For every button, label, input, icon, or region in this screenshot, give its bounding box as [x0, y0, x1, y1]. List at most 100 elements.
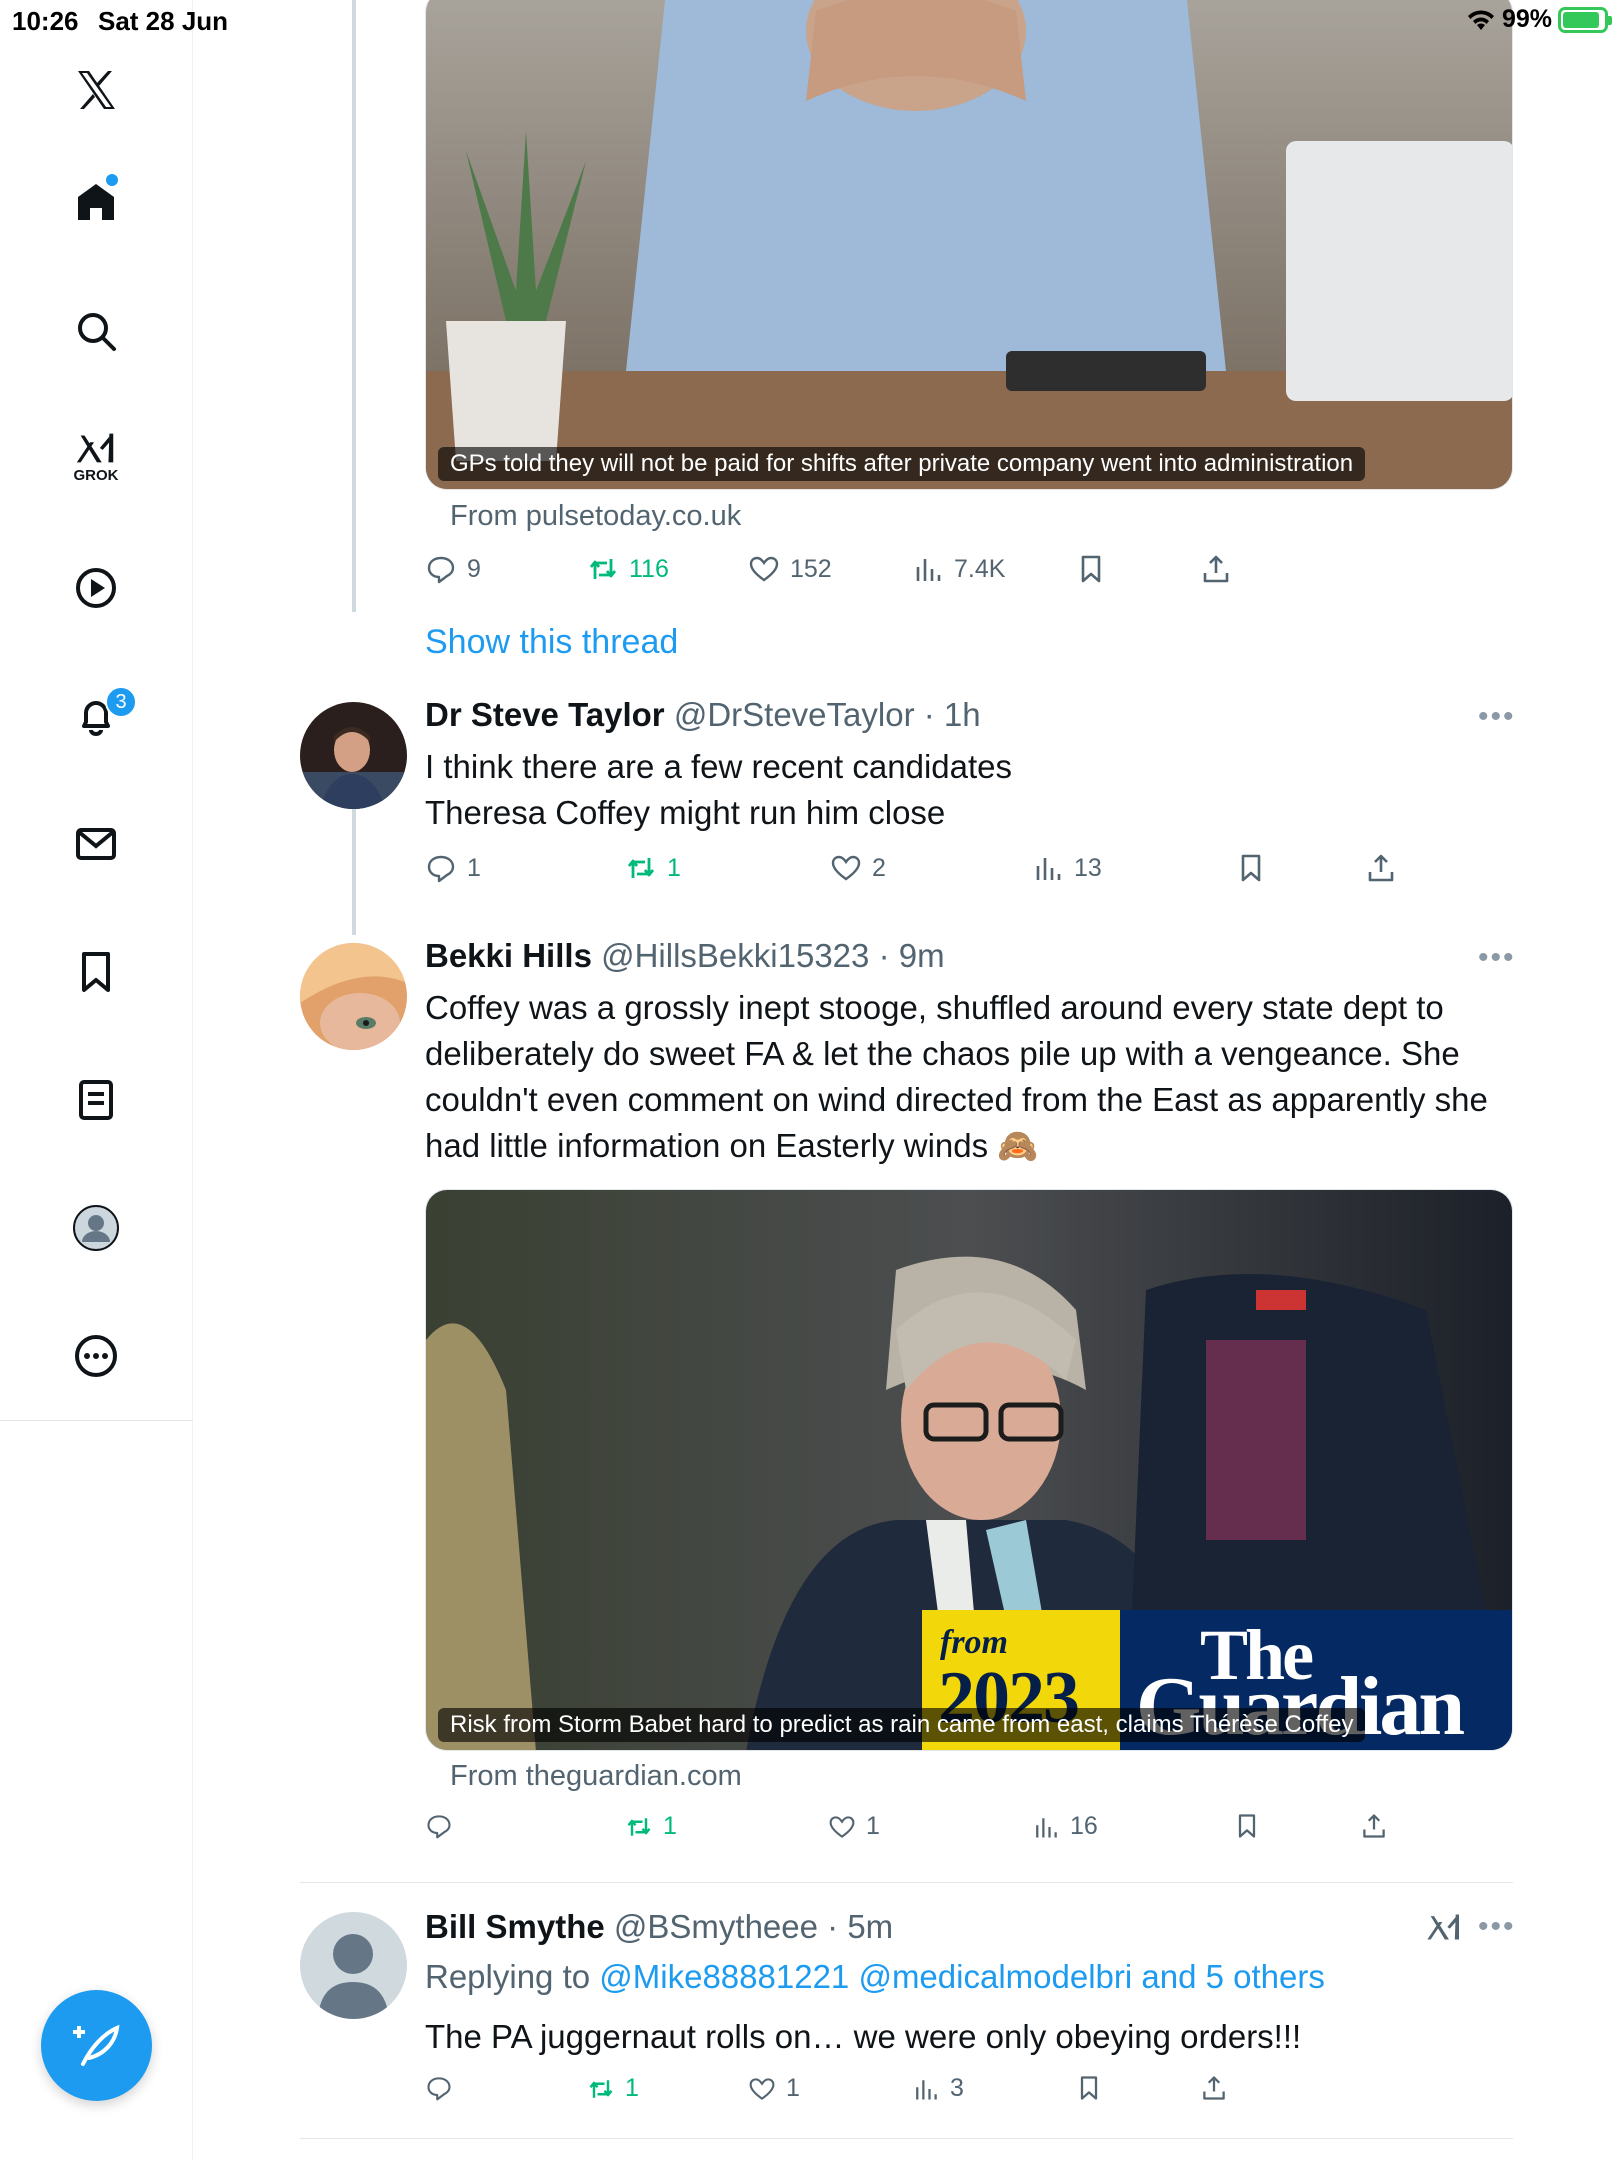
reply-button[interactable] [425, 2074, 453, 2102]
bookmark-button[interactable] [1075, 553, 1107, 585]
views-button[interactable]: 13 [1032, 852, 1102, 884]
bookmark-icon [1238, 1814, 1256, 1838]
x-logo-icon[interactable] [64, 58, 128, 122]
views-button[interactable]: 3 [912, 2074, 964, 2103]
retweet-button[interactable]: 116 [587, 553, 669, 585]
views-count: 16 [1070, 1812, 1098, 1840]
status-right: 99% [1466, 5, 1612, 34]
link-card-image[interactable]: GPs told they will not be paid for shift… [425, 0, 1513, 490]
bookmark-button[interactable] [1235, 852, 1267, 884]
avatar[interactable] [300, 943, 407, 1050]
avatar[interactable] [300, 1912, 407, 2019]
retweet-icon [589, 2079, 613, 2098]
retweet-button[interactable]: 1 [587, 2074, 639, 2103]
author-handle[interactable]: @HillsBekki15323 [601, 937, 869, 974]
like-count: 2 [872, 853, 886, 882]
retweet-icon [589, 559, 617, 579]
views-count: 13 [1074, 853, 1102, 882]
author-handle[interactable]: @BSmytheee [614, 1908, 818, 1945]
link-source[interactable]: From theguardian.com [450, 1760, 742, 1793]
share-button[interactable] [1200, 553, 1232, 585]
reply-button[interactable]: 1 [425, 852, 481, 884]
thread-line [352, 0, 356, 612]
views-bar-chart-icon [916, 559, 941, 581]
battery-icon [1558, 6, 1612, 33]
reply-count: 9 [467, 554, 481, 583]
like-count: 1 [786, 2074, 800, 2102]
bookmark-button[interactable] [1233, 1812, 1261, 1840]
profile-avatar-icon[interactable] [64, 1196, 128, 1260]
home-icon[interactable] [64, 170, 128, 234]
dr-steve-taylor-avatar [300, 702, 407, 809]
search-icon[interactable] [64, 299, 128, 363]
link-source[interactable]: From pulsetoday.co.uk [450, 500, 741, 533]
retweet-icon [627, 1817, 651, 1836]
thread-line [352, 805, 356, 935]
reply-button[interactable]: 9 [425, 553, 481, 585]
lists-document-icon[interactable] [64, 1068, 128, 1132]
compose-post-button[interactable] [41, 1990, 152, 2101]
post-time: · 9m [878, 937, 945, 974]
heart-icon [749, 556, 779, 582]
tweet-actions: 1 1 16 [425, 1812, 1425, 1852]
status-date: Sat 28 Jun [98, 6, 229, 36]
replying-to-prefix: Replying to [425, 1958, 591, 1995]
author-name[interactable]: Dr Steve Taylor [425, 696, 665, 733]
compose-feather-icon [72, 2024, 119, 2066]
status-bar: 10:26 Sat 28 Jun 99% [0, 0, 1620, 40]
replying-to: Replying to @Mike88881221 @medicalmodelb… [425, 1958, 1325, 1996]
video-play-icon[interactable] [64, 556, 128, 620]
sidebar-divider [0, 1420, 193, 1421]
grok-icon[interactable]: GROK [64, 425, 128, 489]
replying-to-links[interactable]: @Mike88881221 @medicalmodelbri and 5 oth… [599, 1958, 1325, 1995]
tweet-actions: 1 1 3 [425, 2074, 1425, 2114]
bookmarks-icon[interactable] [64, 940, 128, 1004]
retweet-count: 1 [667, 853, 681, 882]
reply-icon [427, 1815, 451, 1839]
more-options-icon[interactable] [64, 1324, 128, 1388]
share-button[interactable] [1365, 852, 1397, 884]
bookmark-button[interactable] [1075, 2074, 1103, 2102]
like-button[interactable]: 1 [748, 2074, 800, 2103]
more-menu-icon[interactable]: ••• [1478, 941, 1516, 975]
author-handle[interactable]: @DrSteveTaylor [674, 696, 915, 733]
share-icon [1203, 2076, 1225, 2100]
author-name[interactable]: Bekki Hills [425, 937, 592, 974]
like-button[interactable]: 1 [828, 1812, 880, 1841]
avatar[interactable] [300, 702, 407, 809]
bookmark-icon [1080, 2076, 1098, 2100]
like-button[interactable]: 2 [830, 852, 886, 884]
link-card-image[interactable]: from 2023 The Guardian Risk from Storm B… [425, 1189, 1513, 1751]
author-name[interactable]: Bill Smythe [425, 1908, 605, 1945]
show-thread-link[interactable]: Show this thread [425, 623, 678, 662]
views-button[interactable]: 16 [1032, 1812, 1098, 1841]
share-button[interactable] [1360, 1812, 1388, 1840]
retweet-button[interactable]: 1 [625, 852, 681, 884]
reply-count: 1 [467, 853, 481, 882]
reply-icon [427, 556, 455, 584]
grok-explain-icon[interactable] [1424, 1910, 1464, 1950]
reply-icon [427, 855, 455, 883]
more-menu-icon[interactable]: ••• [1478, 700, 1516, 734]
retweet-button[interactable]: 1 [625, 1812, 677, 1841]
share-icon [1368, 854, 1394, 882]
more-menu-icon[interactable]: ••• [1478, 1910, 1516, 1944]
grok-label: GROK [73, 467, 119, 484]
share-icon [1363, 1814, 1385, 1838]
tweet-text-line: I think there are a few recent candidate… [425, 748, 1013, 785]
views-button[interactable]: 7.4K [912, 553, 1005, 585]
share-button[interactable] [1200, 2074, 1228, 2102]
like-count: 1 [866, 1812, 880, 1840]
bekki-hills-avatar [300, 943, 407, 1050]
tweet-text: Coffey was a grossly inept stooge, shuff… [425, 989, 1488, 1164]
like-button[interactable]: 152 [748, 553, 832, 585]
reply-icon [427, 2077, 451, 2101]
heart-icon [831, 855, 861, 881]
reply-button[interactable] [425, 1812, 453, 1840]
tweet-actions: 1 1 2 13 [425, 852, 1425, 892]
views-bar-chart-icon [1036, 1817, 1057, 1837]
tweet-header: Bill Smythe @BSmytheee · 5m [425, 1908, 893, 1946]
messages-envelope-icon[interactable] [64, 812, 128, 876]
home-unread-dot [106, 174, 118, 186]
link-card-caption: Risk from Storm Babet hard to predict as… [438, 1708, 1366, 1742]
